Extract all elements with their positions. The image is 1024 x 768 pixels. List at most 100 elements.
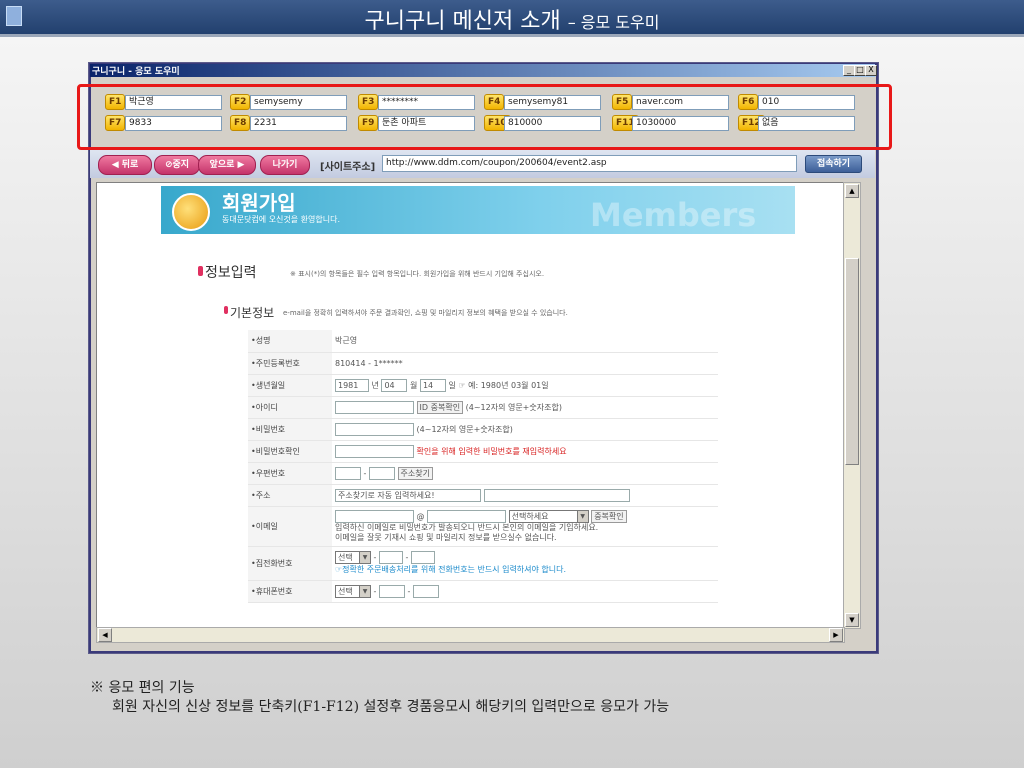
id-check-button[interactable]: ID 중복확인 [416,400,464,414]
chevron-down-icon: ▼ [359,551,370,563]
horizontal-scrollbar[interactable] [96,627,845,643]
hotkey-f1-input[interactable]: 박근영 [125,95,222,110]
mobile-input-1[interactable] [378,584,405,598]
password-confirm-label: •비밀번호확인 [248,440,332,463]
password-hint: (4~12자의 영문+숫자조합) [416,424,513,434]
signup-form: •성명 박근영 •주민등록번호 810414 - 1****** •생년월일 1… [248,330,718,603]
zip-search-button[interactable]: 주소찾기 [397,466,433,480]
zip-label: •우편번호 [248,462,332,485]
info-section-note: ※ 표시(*)의 항목들은 필수 입력 항목입니다. 회원가입을 위해 반드시 … [290,270,545,278]
home-phone-input-2[interactable] [410,550,435,564]
id-label: •아이디 [248,396,332,419]
basic-info-title: 기본정보 [230,306,275,320]
go-button[interactable]: 접속하기 [805,155,862,173]
mobile-label: •휴대폰번호 [248,580,332,603]
zip-input-1[interactable] [335,466,361,480]
address-label: [사이트주소] [320,162,376,173]
feature-note-title: ※ 응모 편의 기능 [90,680,195,696]
password-confirm-hint: 확인을 위해 입력한 비밀번호를 재입력하세요 [416,446,567,456]
vertical-scroll-thumb[interactable] [845,258,859,465]
hotkey-f4-badge: F4 [484,94,505,110]
ssn-value: 810414 - 1****** [332,352,718,375]
exit-button[interactable]: 나가기 [260,155,310,175]
window-titlebar[interactable] [90,64,875,77]
email-domain-input[interactable] [427,509,507,523]
home-phone-hint: ☞정확한 주문배송처리를 위해 전화번호는 반드시 입력하셔야 합니다. [335,564,567,574]
password-label: •비밀번호 [248,418,332,441]
hotkey-f7-badge: F7 [105,115,126,131]
home-select-label: 선택 [338,552,353,562]
scroll-down-icon[interactable]: ▼ [845,613,859,627]
form-row-zip: •우편번호 - 주소찾기 [248,462,718,485]
address-input-2[interactable] [483,488,630,502]
birth-day-input[interactable]: 14 [419,378,446,392]
banner-background-text: Members [590,196,757,234]
form-row-ssn: •주민등록번호 810414 - 1****** [248,352,718,375]
form-row-password: •비밀번호 (4~12자의 영문+숫자조합) [248,418,718,441]
header-divider [0,34,1024,37]
subsection-bullet-icon [224,306,228,314]
hotkey-f11-input[interactable]: 1030000 [632,116,729,131]
email-id-input[interactable] [335,509,414,523]
slide-title-main: 구니구니 메신저 소개 [364,9,561,34]
mobile-dash-1: - [373,586,377,596]
scroll-right-icon[interactable]: ▶ [829,628,843,642]
form-row-id: •아이디 ID 중복확인 (4~12자의 영문+숫자조합) [248,396,718,419]
form-row-address: •주소 주소찾기로 자동 입력하세요! [248,484,718,507]
hotkey-f12-input[interactable]: 없음 [758,116,855,131]
zip-input-2[interactable] [368,466,395,480]
form-row-birth: •생년월일 1981 년 04 월 14 일 ☞ 예: 1980년 03월 01… [248,374,718,397]
hotkey-f7-input[interactable]: 9833 [125,116,222,131]
birth-month-unit: 월 [410,380,418,390]
email-at: @ [416,511,425,521]
form-row-password-confirm: •비밀번호확인 확인을 위해 입력한 비밀번호를 재입력하세요 [248,440,718,463]
chevron-down-icon: ▼ [359,585,370,597]
hotkey-f10-input[interactable]: 810000 [504,116,601,131]
hotkey-f2-input[interactable]: semysemy [250,95,347,110]
email-check-button[interactable]: 중복확인 [591,509,627,523]
mobile-input-2[interactable] [412,584,439,598]
info-section-title: 정보입력 [205,265,257,281]
feature-note-body: 회원 자신의 신상 정보를 단축키(F1-F12) 설정후 경품응모시 해당키의… [112,699,670,715]
slide-title-sub: – 응모 도우미 [567,13,660,32]
home-phone-input-1[interactable] [378,550,403,564]
window-title: 구니구니 - 응모 도우미 [92,67,180,77]
mobile-dash-2: - [407,586,411,596]
hotkey-f4-input[interactable]: semysemy81 [504,95,601,110]
back-button[interactable]: ◀ 뒤로 [98,155,152,175]
hotkey-f1-badge: F1 [105,94,126,110]
birth-label: •생년월일 [248,374,332,397]
address-input-1[interactable]: 주소찾기로 자동 입력하세요! [335,488,481,502]
birth-year-unit: 년 [371,380,379,390]
form-row-home-phone: •집전화번호 선택 ▼ - - ☞정확한 주문배송처리를 위해 전화번호는 반드시… [248,546,718,581]
email-select-label: 선택하세요 [511,511,549,521]
email-domain-select[interactable]: 선택하세요 ▼ [508,509,589,523]
stop-button[interactable]: ⊘중지 [154,155,200,175]
hotkey-f8-input[interactable]: 2231 [250,116,347,131]
banner-subtitle: 동대문닷컴에 오신것을 환영합니다. [222,215,341,224]
form-row-mobile: •휴대폰번호 선택 ▼ - - [248,580,718,603]
email-hint-2: 이메일을 잘못 기재시 쇼핑 및 마일리지 정보를 받으실수 없습니다. [335,532,557,542]
birth-example: ☞ 예: 1980년 03월 01일 [458,380,549,390]
birth-month-input[interactable]: 04 [381,378,408,392]
close-button[interactable]: X [865,65,877,76]
section-bullet-icon [198,266,203,276]
password-input[interactable] [335,422,414,436]
hotkey-f5-input[interactable]: naver.com [632,95,729,110]
scroll-up-icon[interactable]: ▲ [845,184,859,198]
password-confirm-input[interactable] [335,444,414,458]
hotkey-f3-input[interactable]: ******** [378,95,475,110]
scroll-left-icon[interactable]: ◀ [98,628,112,642]
address-input[interactable]: http://www.ddm.com/coupon/200604/event2.… [382,155,797,172]
mobile-select[interactable]: 선택 ▼ [335,584,371,598]
zip-dash: - [363,468,367,478]
home-phone-select[interactable]: 선택 ▼ [335,550,371,564]
hotkey-f9-input[interactable]: 둔촌 아파트 [378,116,475,131]
birth-year-input[interactable]: 1981 [335,378,369,392]
id-input[interactable] [335,400,414,414]
hotkey-f6-input[interactable]: 010 [758,95,855,110]
hotkey-f9-badge: F9 [358,115,379,131]
forward-button[interactable]: 앞으로 ▶ [198,155,256,175]
ssn-label: •주민등록번호 [248,352,332,375]
hotkey-f6-badge: F6 [738,94,759,110]
